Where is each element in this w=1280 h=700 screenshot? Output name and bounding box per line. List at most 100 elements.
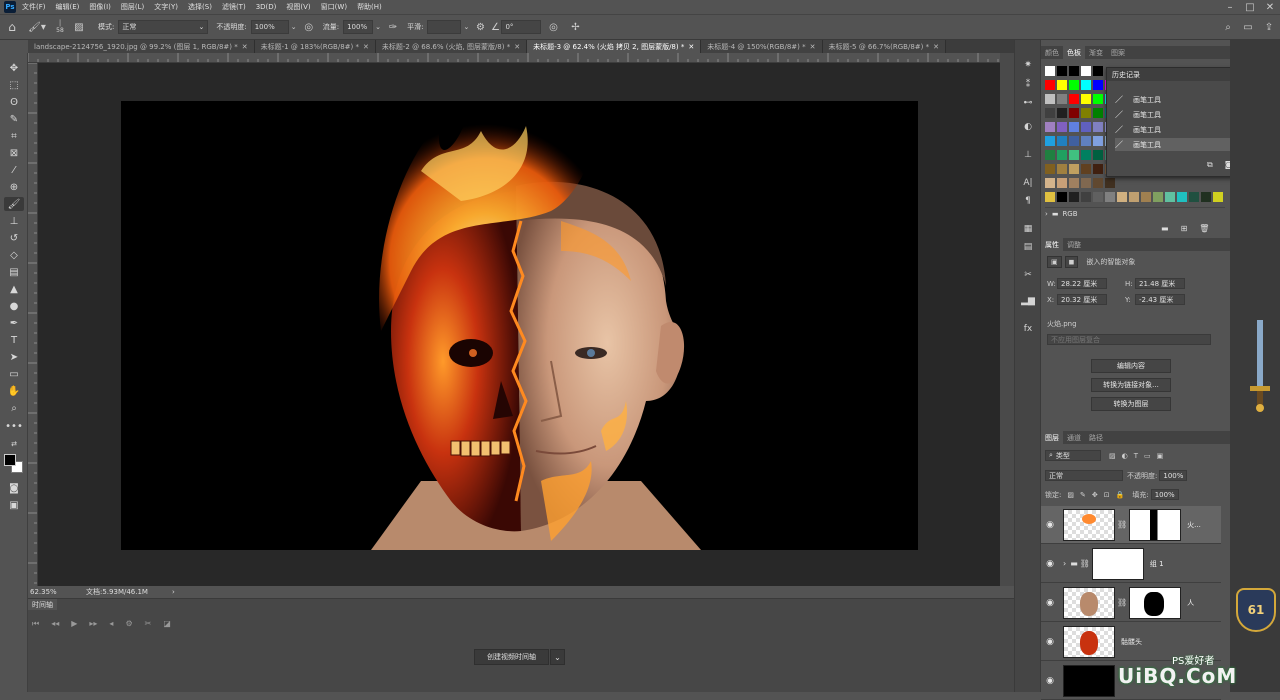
quick-mask-icon[interactable]: ◙: [4, 481, 24, 495]
history-icon[interactable]: ◐: [1019, 120, 1037, 134]
chevron-down-icon[interactable]: ⌄: [373, 23, 383, 31]
clone-source-icon[interactable]: ⊥: [1019, 148, 1037, 162]
color-swatch[interactable]: [1069, 192, 1079, 202]
tab-doc-1[interactable]: 未标题-1 @ 183%(RGB/8#) * ✕: [254, 40, 376, 53]
menu-image[interactable]: 图像(I): [89, 2, 111, 12]
color-swatch[interactable]: [1045, 150, 1055, 160]
move-tool-icon[interactable]: ✥: [4, 61, 24, 75]
menu-file[interactable]: 文件(F): [22, 2, 46, 12]
color-swatch[interactable]: [1093, 80, 1103, 90]
shape-tool-icon[interactable]: ▭: [4, 367, 24, 381]
tab-doc-3[interactable]: 未标题-3 @ 62.4% (火焰 拷贝 2, 图层蒙版/8) * ✕: [527, 40, 702, 53]
tab-doc-landscape[interactable]: landscape-2124756_1920.jpg @ 99.2% (图层 1…: [28, 40, 255, 53]
histogram-icon[interactable]: ▂▆: [1019, 294, 1037, 308]
lock-all-icon[interactable]: 🔒: [1116, 491, 1125, 499]
chevron-down-icon[interactable]: ⌄: [289, 23, 299, 31]
screen-mode-icon[interactable]: ▣: [4, 498, 24, 512]
color-swatch[interactable]: [1129, 192, 1139, 202]
history-brush-tool-icon[interactable]: ↺: [4, 231, 24, 245]
mode-select[interactable]: 正常 ⌄: [118, 20, 209, 34]
color-swatch[interactable]: [1081, 178, 1091, 188]
layer-row-group[interactable]: ◉ › ▬ ⛓ 组 1: [1041, 545, 1221, 583]
brush-settings-icon[interactable]: ▨: [70, 22, 88, 33]
dodge-tool-icon[interactable]: ●: [4, 299, 24, 313]
transition-icon[interactable]: ◪: [163, 619, 171, 629]
zoom-level[interactable]: 62.35%: [30, 588, 74, 596]
healing-tool-icon[interactable]: ⊕: [4, 180, 24, 194]
menu-window[interactable]: 窗口(W): [321, 2, 347, 12]
color-swatch[interactable]: [1093, 150, 1103, 160]
color-swatch[interactable]: [1057, 192, 1067, 202]
notes-icon[interactable]: ▤: [1019, 240, 1037, 254]
brush-presets-icon[interactable]: ⁑: [1019, 78, 1037, 92]
marquee-tool-icon[interactable]: ⬚: [4, 78, 24, 92]
blur-tool-icon[interactable]: ▲: [4, 282, 24, 296]
play-icon[interactable]: ▶: [71, 619, 77, 629]
color-swatch[interactable]: [1141, 192, 1151, 202]
tab-color[interactable]: 颜色: [1041, 46, 1063, 59]
color-swatch[interactable]: [1081, 122, 1091, 132]
airbrush-icon[interactable]: ✑: [383, 22, 403, 33]
eye-icon[interactable]: ◉: [1041, 598, 1059, 608]
menu-edit[interactable]: 编辑(E): [56, 2, 80, 12]
chevron-down-icon[interactable]: ⌄: [461, 23, 471, 31]
lock-pixels-icon[interactable]: ▨: [1067, 491, 1074, 499]
filter-shape-icon[interactable]: ▭: [1144, 452, 1151, 460]
color-swatch[interactable]: [1081, 192, 1091, 202]
character-icon[interactable]: A|: [1019, 176, 1037, 190]
settings-icon[interactable]: ⚙: [125, 619, 132, 629]
type-tool-icon[interactable]: T: [4, 333, 24, 347]
group-mask-thumbnail[interactable]: [1091, 547, 1144, 580]
pressure-size-icon[interactable]: ◎: [541, 22, 565, 33]
filter-smart-icon[interactable]: ▣: [1157, 452, 1164, 460]
brush-preset-icon[interactable]: 🖌▾: [24, 22, 50, 33]
gear-icon[interactable]: ⚙: [471, 22, 489, 33]
layer-mask-thumbnail[interactable]: [1129, 586, 1182, 619]
tab-doc-5[interactable]: 未标题-5 @ 66.7%(RGB/8#) * ✕: [822, 40, 946, 53]
color-swatch[interactable]: [1093, 108, 1103, 118]
quick-select-tool-icon[interactable]: ✎: [4, 112, 24, 126]
chevron-right-icon[interactable]: ›: [172, 588, 175, 596]
color-swatch[interactable]: [1093, 94, 1103, 104]
next-frame-icon[interactable]: ▸▸: [89, 619, 97, 629]
crop-tool-icon[interactable]: ⌗: [4, 129, 24, 143]
pen-tool-icon[interactable]: ✒: [4, 316, 24, 330]
filter-pixel-icon[interactable]: ▨: [1109, 452, 1116, 460]
foreground-color-swatch[interactable]: [4, 454, 16, 466]
convert-to-layers-button[interactable]: 转换为图层: [1091, 397, 1171, 411]
angle-input[interactable]: 0°: [501, 20, 542, 34]
color-swatch[interactable]: [1105, 192, 1115, 202]
eye-icon[interactable]: ◉: [1041, 676, 1059, 686]
color-swatch[interactable]: [1069, 94, 1079, 104]
color-swatch[interactable]: [1093, 164, 1103, 174]
lock-artboard-icon[interactable]: ⊡: [1104, 491, 1110, 499]
eraser-tool-icon[interactable]: ◇: [4, 248, 24, 262]
tab-swatches[interactable]: 色板: [1063, 46, 1085, 59]
timeline-tab[interactable]: 时间轴: [28, 599, 57, 610]
close-icon[interactable]: ✕: [1260, 2, 1280, 13]
color-swatch[interactable]: [1093, 66, 1103, 76]
canvas-area[interactable]: [38, 63, 1000, 586]
color-swatch[interactable]: [1057, 94, 1067, 104]
new-document-icon[interactable]: ⧉: [1207, 160, 1213, 170]
symmetry-icon[interactable]: ✢: [565, 22, 585, 33]
color-swatch[interactable]: [1081, 150, 1091, 160]
color-swatch[interactable]: [1105, 178, 1115, 188]
stamp-tool-icon[interactable]: ⊥: [4, 214, 24, 228]
tab-patterns[interactable]: 图案: [1107, 46, 1129, 59]
workspace-icon[interactable]: ▭: [1238, 22, 1258, 33]
color-swatch[interactable]: [1057, 108, 1067, 118]
adjustments-icon[interactable]: ⊷: [1019, 96, 1037, 110]
share-icon[interactable]: ⇪: [1258, 22, 1280, 33]
color-swatch[interactable]: [1201, 192, 1211, 202]
menu-help[interactable]: 帮助(H): [357, 2, 382, 12]
eye-icon[interactable]: ◉: [1041, 520, 1059, 530]
color-swatch[interactable]: [1045, 192, 1055, 202]
libraries-icon[interactable]: ▦: [1019, 222, 1037, 236]
layer-row-fire[interactable]: ◉ ⛓ 火...: [1041, 506, 1221, 544]
smooth-input[interactable]: [427, 20, 462, 34]
color-swatch[interactable]: [1069, 150, 1079, 160]
pressure-opacity-icon[interactable]: ◎: [299, 22, 319, 33]
color-swatch[interactable]: [1093, 192, 1103, 202]
menu-view[interactable]: 视图(V): [286, 2, 310, 12]
